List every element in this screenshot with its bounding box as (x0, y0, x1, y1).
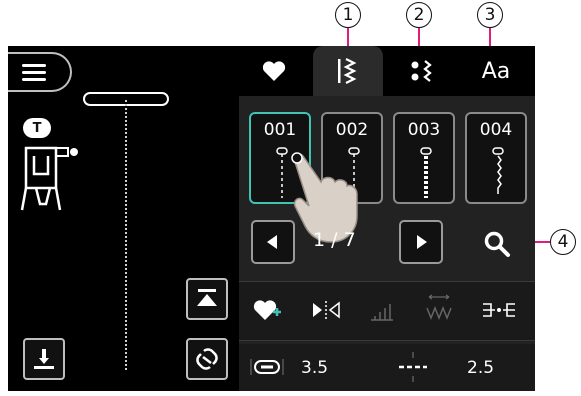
prev-page-button[interactable] (251, 220, 295, 264)
arrow-right-icon (417, 235, 427, 249)
arrow-left-icon (267, 235, 277, 249)
needle-down-icon (34, 349, 54, 369)
stitch-settings-row: 3.5 2.5 (239, 344, 535, 391)
search-icon (484, 231, 510, 257)
triple-stitch-icon (420, 147, 432, 198)
elongation-icon[interactable] (367, 296, 397, 326)
page-separator: / (331, 229, 338, 251)
density-icon[interactable] (423, 292, 455, 328)
category-tabs: Aa (239, 46, 535, 98)
tab-utility-stitches[interactable] (313, 46, 383, 96)
go-to-top-icon (197, 289, 217, 306)
stitch-length-value: 2.5 (467, 358, 495, 378)
stitch-selection-panel: Aa 001 002 003 004 1 / 7 3.5 2.5 (239, 46, 535, 391)
page-current: 1 (313, 229, 326, 251)
search-button[interactable] (475, 224, 519, 264)
heart-icon (262, 61, 286, 81)
stitch-preview-line (125, 100, 127, 370)
stitch-icon (338, 58, 357, 84)
decorative-stitch-icon (411, 60, 432, 82)
stitch-width-value: 3.5 (301, 358, 329, 378)
needle-position-button[interactable] (23, 338, 65, 380)
heart-plus-icon[interactable] (253, 298, 281, 322)
stretch-stitch-icon (492, 147, 504, 194)
stitch-preview-panel: T (8, 46, 236, 391)
tab-alphabet[interactable]: Aa (461, 46, 531, 96)
page-indicator: 1 / 7 (313, 229, 356, 251)
stitch-length-icon[interactable] (395, 350, 431, 384)
mirror-icon[interactable] (311, 298, 341, 322)
sewing-machine-screen: T Aa 001 002 003 004 1 / 7 3.5 2.5 (8, 46, 535, 391)
callout-4: 4 (550, 229, 576, 255)
presser-foot-badge: T (23, 118, 51, 138)
page-total: 7 (343, 229, 356, 251)
menu-icon (22, 64, 46, 82)
tab-decorative-stitches[interactable] (387, 46, 457, 96)
connect-icon[interactable] (481, 296, 517, 324)
stitch-function-row (239, 281, 535, 341)
callout-1: 1 (335, 2, 361, 28)
menu-button[interactable] (8, 52, 72, 92)
tab-favorites[interactable] (239, 46, 309, 96)
presser-foot-icon (20, 146, 78, 211)
stitch-card-004[interactable]: 004 (465, 112, 527, 204)
link-icon (196, 348, 218, 370)
stitch-card-003[interactable]: 003 (393, 112, 455, 204)
chain-link-button[interactable] (186, 338, 228, 380)
next-page-button[interactable] (399, 220, 443, 264)
callout-2: 2 (406, 2, 432, 28)
callout-3: 3 (477, 2, 503, 28)
stitch-width-icon[interactable] (249, 356, 285, 378)
stitch-list-area: 001 002 003 004 1 / 7 3.5 2.5 (239, 96, 535, 391)
start-position-button[interactable] (186, 278, 228, 320)
